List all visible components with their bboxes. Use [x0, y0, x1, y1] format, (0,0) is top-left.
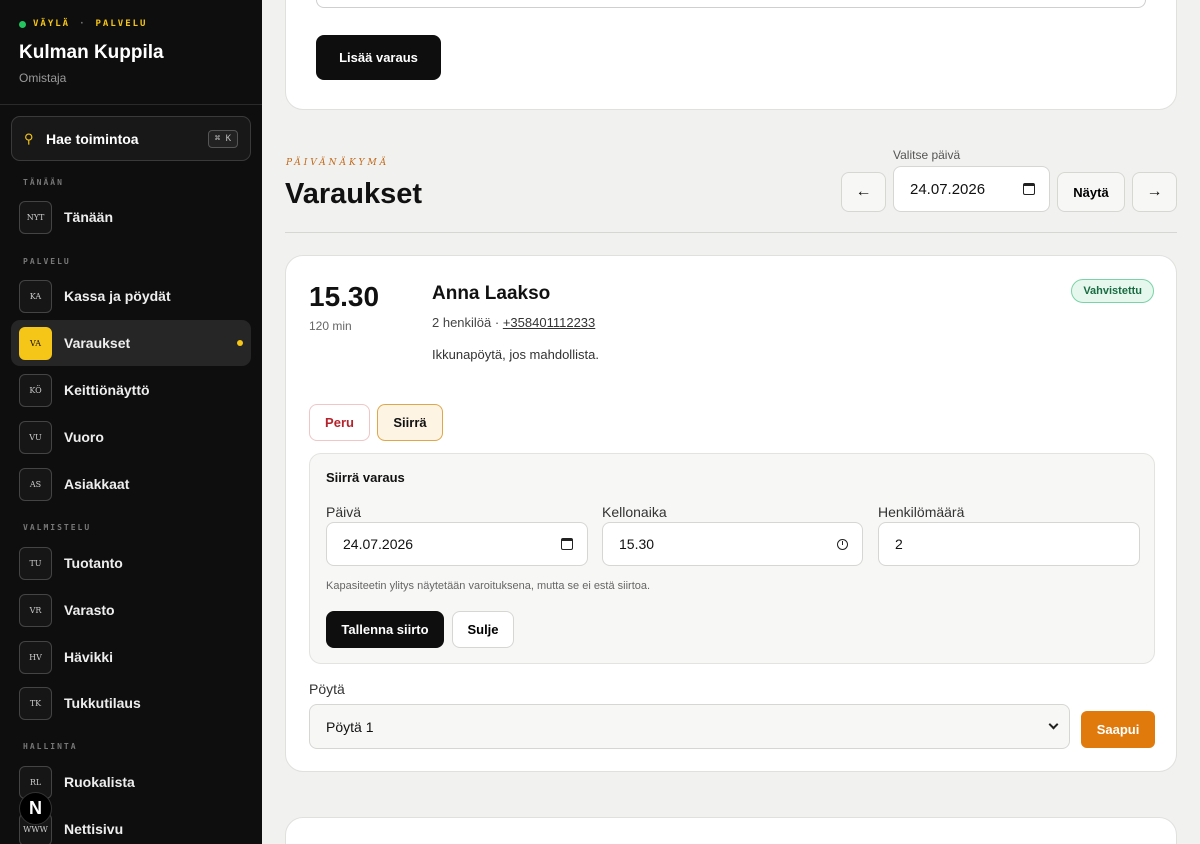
meta-separator: · — [491, 315, 503, 330]
chevron-down-icon — [1048, 719, 1059, 730]
brand-section: PALVELU — [95, 19, 148, 29]
nav-badge: NYT — [19, 200, 52, 234]
user-role: Omistaja — [19, 71, 67, 85]
divider — [285, 232, 1177, 233]
sidebar-item-reservations[interactable]: VA Varaukset — [11, 320, 251, 366]
sidebar-item-label: Varaukset — [64, 335, 131, 351]
party-size: 2 henkilöä — [432, 315, 492, 330]
sidebar-item-today[interactable]: NYT Tänään — [11, 194, 251, 240]
app-logo-button[interactable]: N — [19, 792, 52, 825]
sidebar-item-production[interactable]: TU Tuotanto — [11, 540, 251, 586]
prev-day-button[interactable]: ← — [841, 172, 886, 212]
phone-link[interactable]: +358401112233 — [503, 315, 595, 330]
move-reservation-panel: Siirrä varaus Päivä 24.07.2026 Kellonaik… — [309, 453, 1155, 664]
date-picker[interactable]: 24.07.2026 — [893, 166, 1050, 212]
reservation-note: Ikkunapöytä, jos mahdollista. — [432, 347, 599, 362]
clock-icon[interactable] — [837, 538, 848, 550]
notes-textarea[interactable] — [316, 0, 1146, 8]
next-reservation-card — [285, 817, 1177, 844]
add-reservation-button[interactable]: Lisää varaus — [316, 35, 441, 80]
section-today: TÄNÄÄN — [23, 178, 64, 187]
calendar-icon[interactable] — [561, 538, 573, 550]
sidebar-item-wholesale[interactable]: TK Tukkutilaus — [11, 680, 251, 726]
date-field-label: Päivä — [326, 504, 362, 520]
nav-badge: KÖ — [19, 373, 52, 407]
move-time-value: 15.30 — [619, 536, 655, 552]
brand: VÄYLÄ · PALVELU — [19, 19, 147, 29]
guest-name: Anna Laakso — [432, 283, 551, 304]
capacity-hint: Kapasiteetin ylitys näytetään varoitukse… — [326, 580, 651, 592]
nav-badge: VA — [19, 326, 52, 360]
status-badge: Vahvistettu — [1071, 279, 1154, 303]
cancel-button[interactable]: Peru — [309, 404, 370, 441]
venue-name: Kulman Kuppila — [19, 42, 164, 63]
new-reservation-card: Lisää varaus — [285, 0, 1177, 110]
nav-badge: VU — [19, 420, 52, 454]
date-value: 24.07.2026 — [910, 180, 986, 198]
calendar-icon[interactable] — [1023, 183, 1035, 195]
people-field-label: Henkilömäärä — [878, 504, 965, 520]
sidebar-item-label: Tukkutilaus — [64, 695, 141, 711]
sidebar-item-kitchen[interactable]: KÖ Keittiönäyttö — [11, 367, 251, 413]
sidebar-item-label: Nettisivu — [64, 821, 124, 837]
sidebar-item-label: Vuoro — [64, 429, 104, 445]
reservation-time: 15.30 — [309, 281, 380, 312]
arrived-button[interactable]: Saapui — [1081, 711, 1155, 748]
sidebar-item-label: Hävikki — [64, 649, 114, 665]
status-dot — [19, 20, 26, 28]
sidebar-item-customers[interactable]: AS Asiakkaat — [11, 461, 251, 507]
divider — [0, 104, 262, 105]
close-panel-button[interactable]: Sulje — [452, 611, 514, 648]
active-indicator — [237, 340, 243, 346]
shortcut-hint: ⌘ K — [207, 129, 238, 148]
sidebar-item-label: Tänään — [64, 209, 114, 225]
sidebar-item-label: Varasto — [64, 602, 115, 618]
page-title: Varaukset — [285, 178, 423, 210]
next-day-button[interactable]: → — [1132, 172, 1177, 212]
section-prep: VALMISTELU — [23, 523, 92, 532]
move-button[interactable]: Siirrä — [377, 404, 443, 441]
page-eyebrow: PÄIVÄNÄKYMÄ — [286, 158, 390, 168]
move-date-value: 24.07.2026 — [343, 536, 414, 552]
nav-badge: AS — [19, 467, 52, 501]
show-button[interactable]: Näytä — [1057, 172, 1125, 212]
move-date-field[interactable]: 24.07.2026 — [326, 522, 588, 566]
table-select-label: Pöytä — [309, 681, 345, 697]
reservation-duration: 120 min — [309, 319, 352, 333]
sidebar: VÄYLÄ · PALVELU Kulman Kuppila Omistaja … — [0, 0, 262, 844]
brand-separator: · — [79, 19, 87, 29]
section-admin: HALLINTA — [23, 742, 78, 751]
nav-badge: HV — [19, 640, 52, 674]
time-field-label: Kellonaika — [602, 504, 667, 520]
search-icon: ⚲ — [24, 130, 34, 146]
nav-badge: VR — [19, 593, 52, 627]
command-search[interactable]: ⚲ Hae toimintoa ⌘ K — [11, 116, 251, 161]
reservation-card: 15.30 120 min Anna Laakso 2 henkilöä · +… — [285, 255, 1177, 772]
nav-badge: KA — [19, 279, 52, 313]
brand-name: VÄYLÄ — [33, 19, 71, 29]
nav-badge: TK — [19, 686, 52, 720]
table-select-value: Pöytä 1 — [326, 718, 374, 735]
table-select[interactable]: Pöytä 1 — [309, 704, 1070, 749]
section-service: PALVELU — [23, 257, 71, 266]
sidebar-item-shift[interactable]: VU Vuoro — [11, 414, 251, 460]
party-size-value: 2 — [895, 536, 903, 552]
reservation-meta: 2 henkilöä · +358401112233 — [432, 315, 595, 330]
sidebar-item-label: Ruokalista — [64, 774, 135, 790]
sidebar-item-label: Keittiönäyttö — [64, 382, 150, 398]
nav-badge: TU — [19, 546, 52, 580]
command-search-label: Hae toimintoa — [46, 130, 139, 147]
save-move-button[interactable]: Tallenna siirto — [326, 611, 444, 648]
sidebar-item-label: Asiakkaat — [64, 476, 130, 492]
sidebar-item-inventory[interactable]: VR Varasto — [11, 587, 251, 633]
party-size-field[interactable]: 2 — [878, 522, 1140, 566]
sidebar-item-label: Kassa ja pöydät — [64, 288, 171, 304]
move-time-field[interactable]: 15.30 — [602, 522, 863, 566]
date-picker-label: Valitse päivä — [893, 148, 961, 162]
sidebar-item-waste[interactable]: HV Hävikki — [11, 634, 251, 680]
sidebar-item-label: Tuotanto — [64, 555, 123, 571]
panel-title: Siirrä varaus — [326, 470, 405, 485]
sidebar-item-pos[interactable]: KA Kassa ja pöydät — [11, 273, 251, 319]
